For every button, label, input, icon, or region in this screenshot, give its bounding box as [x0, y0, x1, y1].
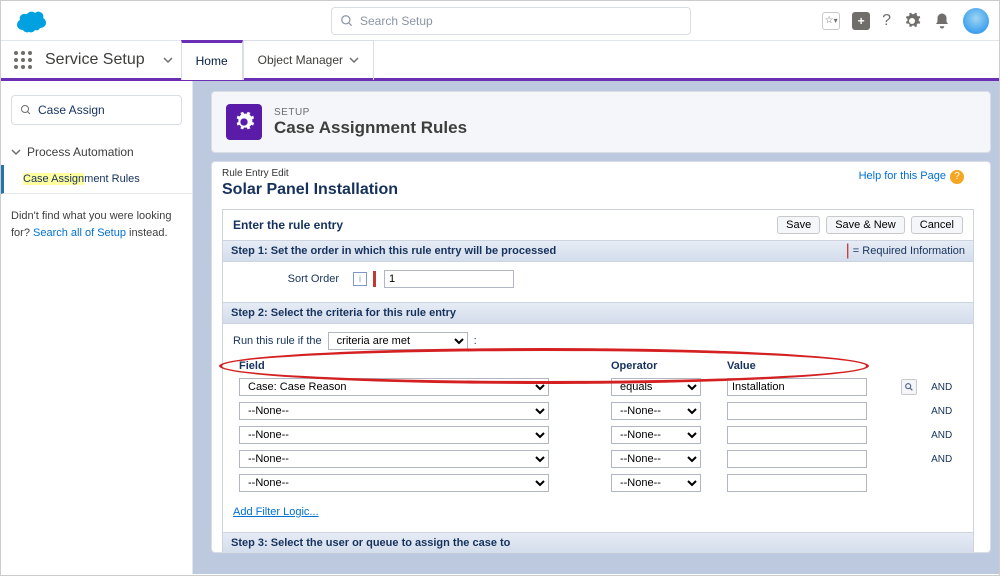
context-bar: Service Setup Home Object Manager	[1, 41, 999, 81]
step2-body: Run this rule if the criteria are met : …	[223, 324, 973, 532]
app-name: Service Setup	[45, 51, 145, 69]
avatar[interactable]	[963, 8, 989, 34]
main-content: SETUP Case Assignment Rules Help for thi…	[193, 81, 999, 574]
setup-gear-icon	[226, 104, 262, 140]
chevron-down-icon	[349, 55, 359, 65]
box-title: Enter the rule entry	[233, 218, 343, 232]
page-title: Case Assignment Rules	[274, 118, 467, 138]
box-header: Enter the rule entry Save Save & New Can…	[223, 210, 973, 240]
criteria-operator-select[interactable]: --None--	[611, 474, 701, 492]
sidebar-item-case-assignment-rules[interactable]: Case Assignment Rules	[1, 165, 192, 194]
bell-icon[interactable]	[933, 12, 951, 30]
cancel-button[interactable]: Cancel	[911, 216, 963, 234]
col-field: Field	[235, 358, 605, 374]
setup-search[interactable]: Case Assign	[11, 95, 182, 125]
save-button[interactable]: Save	[777, 216, 820, 234]
sidebar-group-label: Process Automation	[27, 145, 134, 159]
info-icon[interactable]: i	[353, 272, 367, 286]
favorites-icon[interactable]: ☆▾	[822, 12, 840, 30]
run-rule-label: Run this rule if the	[233, 335, 322, 347]
tab-label: Object Manager	[258, 53, 343, 67]
step3-bar: Step 3: Select the user or queue to assi…	[223, 532, 973, 553]
header-icons: ☆▾ + ?	[822, 8, 989, 34]
setup-sidebar: Case Assign Process Automation Case Assi…	[1, 81, 193, 574]
criteria-value-input[interactable]	[727, 402, 867, 420]
criteria-value-input[interactable]	[727, 450, 867, 468]
lookup-icon[interactable]	[901, 379, 917, 395]
step1-bar: Step 1: Set the order in which this rule…	[223, 240, 973, 262]
sidebar-group[interactable]: Process Automation	[1, 139, 192, 165]
rule-entry-box: Enter the rule entry Save Save & New Can…	[222, 209, 974, 553]
search-icon	[340, 14, 354, 28]
step2-bar: Step 2: Select the criteria for this rul…	[223, 302, 973, 324]
help-link[interactable]: Help for this Page?	[859, 170, 964, 184]
gear-icon[interactable]	[903, 12, 921, 30]
criteria-operator-select[interactable]: --None--	[611, 450, 701, 468]
chevron-down-icon[interactable]	[163, 55, 173, 65]
sort-order-input[interactable]	[384, 270, 514, 288]
criteria-row: --None-- --None-- AND	[235, 400, 961, 422]
run-rule-select[interactable]: criteria are met	[328, 332, 468, 350]
required-marker: |	[846, 242, 850, 259]
sort-order-label: Sort Order	[233, 273, 343, 285]
and-label: AND	[927, 400, 961, 422]
tab-home[interactable]: Home	[181, 40, 243, 80]
global-search-placeholder: Search Setup	[360, 14, 433, 28]
global-header: Search Setup ☆▾ + ?	[1, 1, 999, 41]
chevron-down-icon	[11, 147, 21, 157]
sidebar-hint: Didn't find what you were looking for? S…	[1, 194, 192, 255]
nav-tabs: Home Object Manager	[181, 40, 374, 80]
sidebar-item-highlight: Case Assign	[23, 173, 84, 185]
criteria-field-select[interactable]: --None--	[239, 402, 549, 420]
criteria-value-input[interactable]	[727, 474, 867, 492]
save-new-button[interactable]: Save & New	[826, 216, 905, 234]
search-icon	[20, 104, 32, 116]
step1-body: Sort Order i	[223, 262, 973, 302]
and-label	[927, 472, 961, 494]
help-badge-icon: ?	[950, 170, 964, 184]
salesforce-logo-icon	[11, 8, 51, 34]
and-label: AND	[927, 376, 961, 398]
add-filter-logic-link[interactable]: Add Filter Logic...	[233, 506, 319, 518]
criteria-value-input[interactable]	[727, 426, 867, 444]
col-value: Value	[723, 358, 895, 374]
criteria-row: --None-- --None-- AND	[235, 448, 961, 470]
criteria-field-select[interactable]: --None--	[239, 450, 549, 468]
sidebar-item-rest: ment Rules	[84, 173, 140, 185]
criteria-field-select[interactable]: --None--	[239, 426, 549, 444]
app-launcher-icon[interactable]	[13, 50, 33, 70]
required-bar-icon	[373, 271, 376, 287]
page-header-sup: SETUP	[274, 107, 467, 118]
criteria-table: Field Operator Value Case: Case Reason eq…	[233, 356, 963, 496]
criteria-operator-select[interactable]: --None--	[611, 402, 701, 420]
and-label: AND	[927, 424, 961, 446]
criteria-operator-select[interactable]: equals	[611, 378, 701, 396]
criteria-row: Case: Case Reason equals AND	[235, 376, 961, 398]
criteria-row: --None-- --None-- AND	[235, 424, 961, 446]
search-all-setup-link[interactable]: Search all of Setup	[33, 227, 126, 239]
page-header: SETUP Case Assignment Rules	[211, 91, 991, 153]
criteria-field-select[interactable]: Case: Case Reason	[239, 378, 549, 396]
help-icon[interactable]: ?	[882, 12, 891, 30]
criteria-field-select[interactable]: --None--	[239, 474, 549, 492]
tab-object-manager[interactable]: Object Manager	[243, 40, 374, 80]
criteria-row: --None-- --None--	[235, 472, 961, 494]
criteria-value-input[interactable]	[727, 378, 867, 396]
col-operator: Operator	[607, 358, 721, 374]
setup-search-value: Case Assign	[38, 103, 105, 117]
tab-label: Home	[196, 54, 228, 68]
and-label: AND	[927, 448, 961, 470]
detail-panel: Help for this Page? Rule Entry Edit Sola…	[211, 161, 991, 553]
global-search[interactable]: Search Setup	[331, 7, 691, 35]
criteria-operator-select[interactable]: --None--	[611, 426, 701, 444]
add-icon[interactable]: +	[852, 12, 870, 30]
